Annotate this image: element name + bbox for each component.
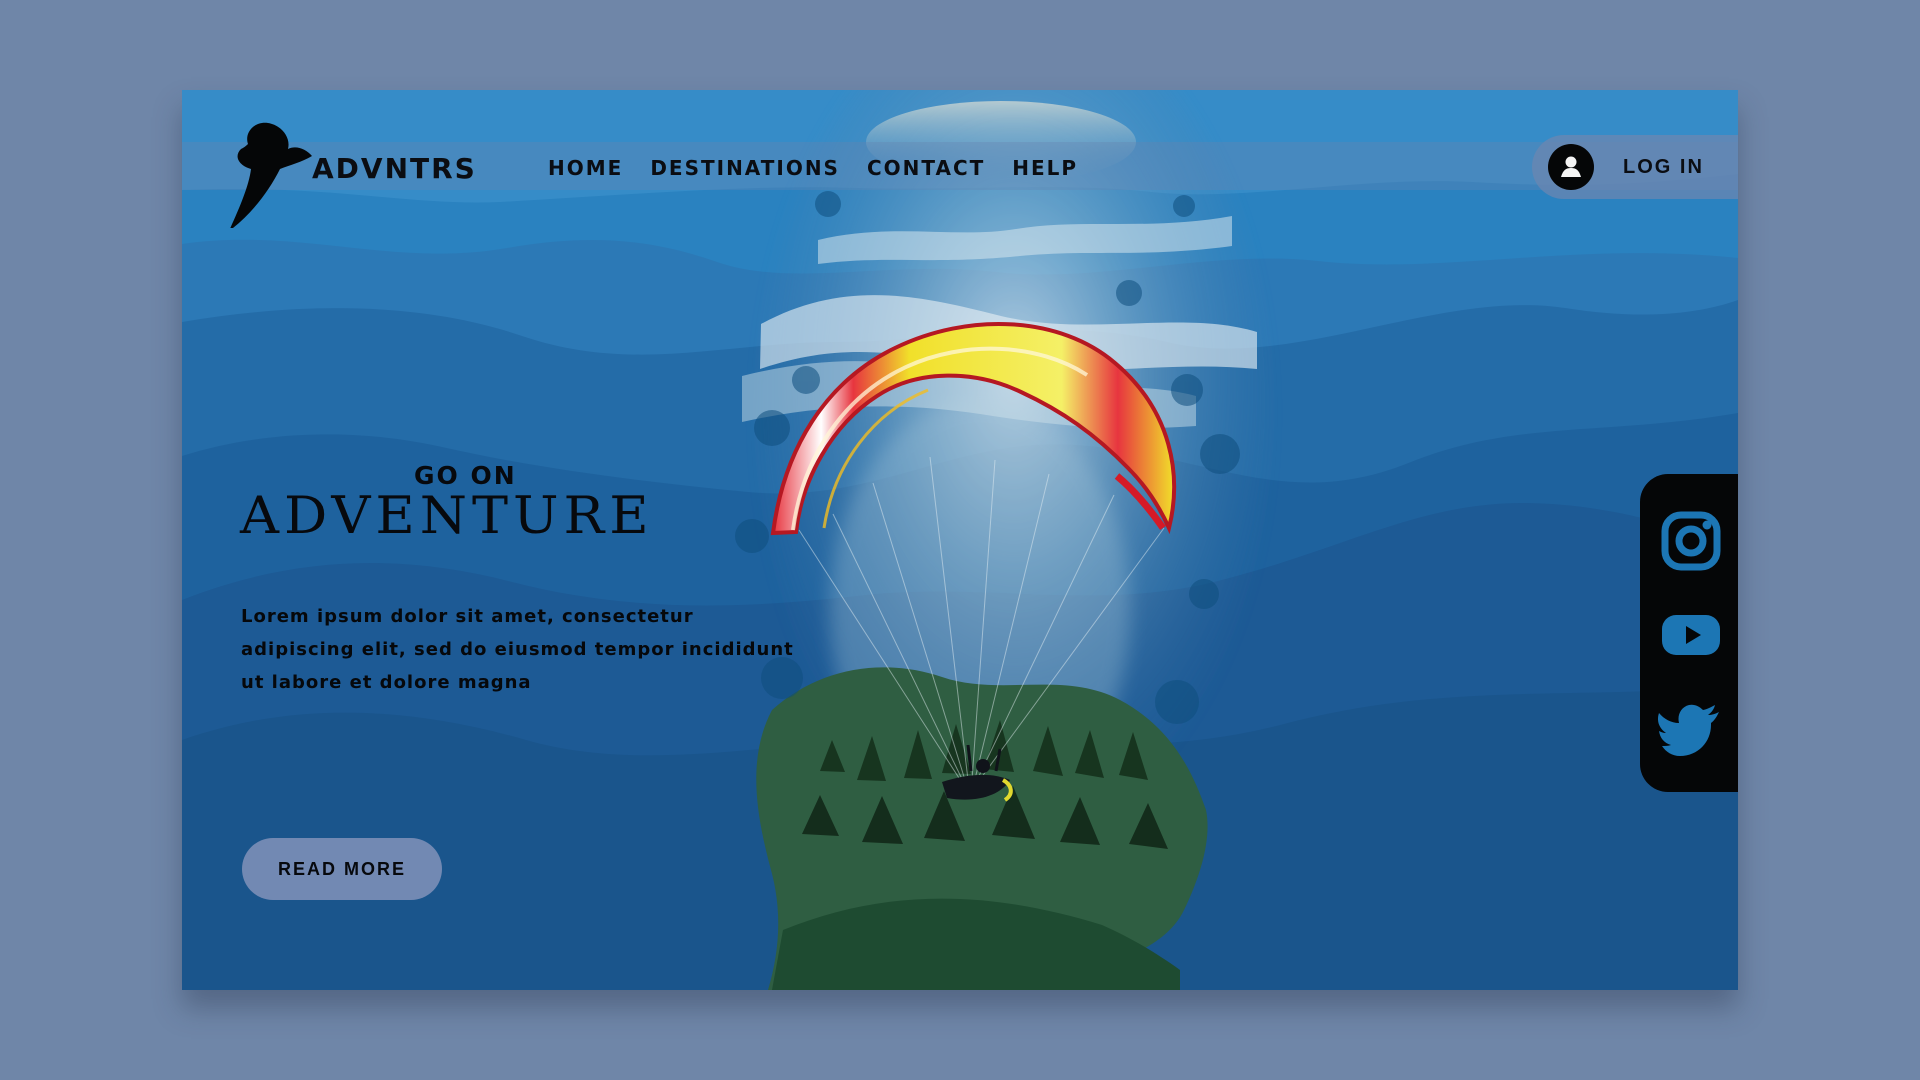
login-button[interactable]: LOG IN <box>1532 135 1738 199</box>
instagram-icon[interactable] <box>1658 508 1724 574</box>
login-label: LOG IN <box>1623 155 1704 178</box>
hero-description: Lorem ipsum dolor sit amet, consectetur … <box>241 606 794 693</box>
brand-logo[interactable]: ADVNTRS <box>224 118 484 228</box>
nav-help-link[interactable]: HELP <box>1012 156 1078 180</box>
nav-home-link[interactable]: HOME <box>548 156 623 180</box>
primary-navigation: HOME DESTINATIONS CONTACT HELP <box>548 154 1078 182</box>
read-more-button[interactable]: READ MORE <box>242 838 442 900</box>
hero-headline: ADVENTURE <box>240 484 654 545</box>
landing-page-card: ADVNTRS HOME DESTINATIONS CONTACT HELP L… <box>182 90 1738 990</box>
social-links-panel <box>1640 474 1738 792</box>
nav-contact-link[interactable]: CONTACT <box>867 156 985 180</box>
twitter-icon[interactable] <box>1657 698 1724 764</box>
nav-destinations-link[interactable]: DESTINATIONS <box>650 156 840 180</box>
brand-name: ADVNTRS <box>312 152 477 185</box>
paraglider-logo-icon <box>230 122 312 228</box>
hero-heading-group: GO ON ADVENTURE <box>240 462 760 544</box>
user-icon <box>1548 144 1594 190</box>
youtube-icon[interactable] <box>1658 602 1724 668</box>
